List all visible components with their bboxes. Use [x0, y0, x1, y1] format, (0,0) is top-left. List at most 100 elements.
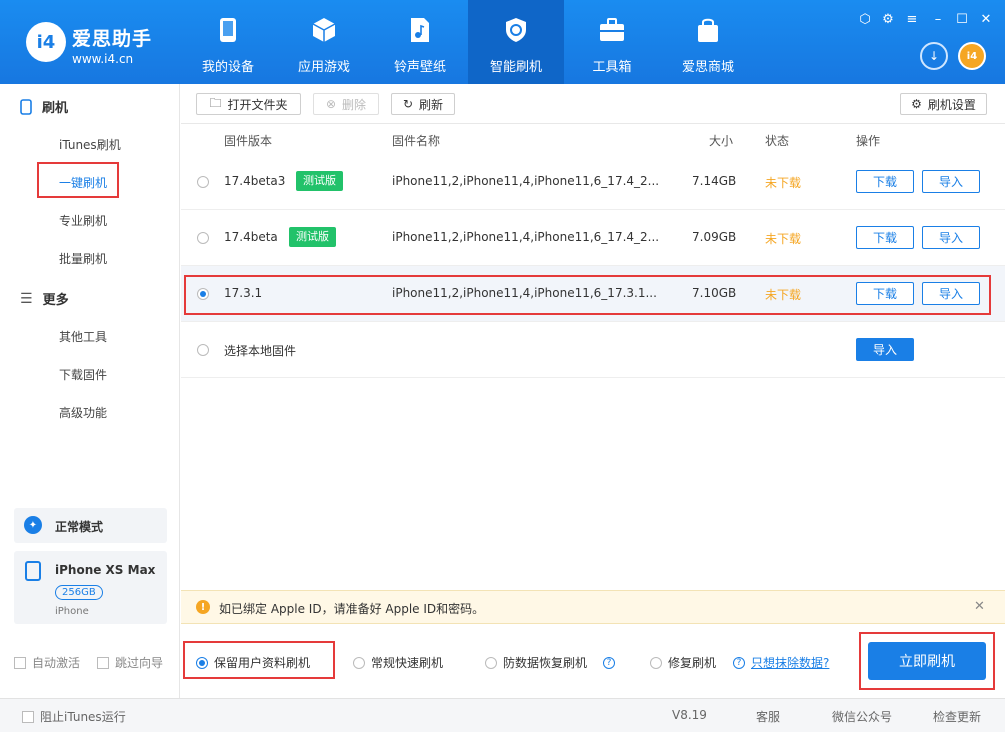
- device-mode-card: ✦ 正常模式: [14, 508, 167, 543]
- sidebar-item-pro-flash[interactable]: 专业刷机: [59, 212, 107, 229]
- nav-my-device[interactable]: 我的设备: [180, 0, 276, 84]
- sidebar-item-itunes-flash[interactable]: iTunes刷机: [59, 136, 121, 153]
- help-icon: ?: [733, 656, 745, 669]
- nav-label: 应用游戏: [297, 60, 350, 75]
- auto-activate-checkbox[interactable]: 自动激活: [14, 654, 80, 671]
- delete-icon: ⊗: [325, 97, 337, 111]
- table-row[interactable]: 17.4beta 测试版 iPhone11,2,iPhone11,4,iPhon…: [181, 210, 1005, 266]
- folder-icon: 🗀: [209, 95, 222, 110]
- logo-text: i4: [36, 31, 56, 53]
- nav-apps-games[interactable]: 应用游戏: [276, 0, 372, 84]
- refresh-shield-icon: [502, 16, 530, 44]
- import-local-button[interactable]: 导入: [856, 338, 914, 361]
- repair-flash-label: 修复刷机: [668, 656, 717, 670]
- radio: [485, 656, 497, 669]
- sidebar-item-other-tools[interactable]: 其他工具: [59, 328, 107, 345]
- open-folder-button[interactable]: 🗀 打开文件夹: [196, 93, 301, 115]
- phone-outline-icon: [20, 98, 32, 115]
- firmware-version: 17.4beta3: [224, 174, 286, 188]
- close-warning-icon[interactable]: ✕: [974, 599, 985, 614]
- minimize-icon[interactable]: –: [930, 12, 946, 27]
- check-update-link[interactable]: 检查更新: [933, 708, 981, 725]
- skin-icon[interactable]: ⬡: [857, 12, 873, 27]
- brand-name: 爱思助手: [72, 28, 153, 50]
- help-icon[interactable]: ?: [603, 656, 616, 669]
- firmware-name: iPhone11,2,iPhone11,4,iPhone11,6_17.4_2.…: [392, 174, 660, 188]
- warning-icon: !: [196, 600, 210, 614]
- wechat-link[interactable]: 微信公众号: [832, 708, 892, 725]
- firmware-name: iPhone11,2,iPhone11,4,iPhone11,6_17.4_2.…: [392, 230, 660, 244]
- brand-url: www.i4.cn: [72, 52, 134, 66]
- repair-flash-option[interactable]: 修复刷机: [650, 654, 716, 671]
- warning-text: 如已绑定 Apple ID，请准备好 Apple ID和密码。: [219, 602, 485, 616]
- firmware-version: 17.4beta: [224, 230, 278, 244]
- cube-icon: [310, 16, 338, 44]
- close-icon[interactable]: ✕: [978, 12, 994, 27]
- quick-flash-option[interactable]: 常规快速刷机: [353, 654, 443, 671]
- nav-store[interactable]: 爱思商城: [660, 0, 756, 84]
- gear-icon: ⚙: [911, 97, 922, 111]
- sidebar-item-download-firmware[interactable]: 下载固件: [59, 366, 107, 383]
- beta-badge: 测试版: [296, 171, 343, 191]
- col-size: 大小: [709, 134, 734, 148]
- refresh-icon: ↻: [402, 97, 414, 111]
- col-version: 固件版本: [224, 134, 273, 148]
- toolbox-icon: [598, 16, 626, 44]
- customer-service-link[interactable]: 客服: [756, 708, 780, 725]
- list-icon: ☰: [20, 290, 33, 307]
- nav-toolbox[interactable]: 工具箱: [564, 0, 660, 84]
- device-phone-icon: [25, 561, 41, 581]
- import-button[interactable]: 导入: [922, 170, 980, 193]
- beta-badge: 测试版: [289, 227, 336, 247]
- block-itunes-checkbox[interactable]: 阻止iTunes运行: [22, 708, 126, 725]
- nav-label: 智能刷机: [489, 60, 542, 75]
- table-row-local[interactable]: 选择本地固件 导入: [181, 322, 1005, 378]
- col-action: 操作: [856, 134, 881, 148]
- firmware-size: 7.14GB: [692, 174, 737, 188]
- erase-data-link[interactable]: ? 只想抹除数据?: [733, 654, 829, 671]
- anti-recovery-label: 防数据恢复刷机: [503, 656, 588, 670]
- download-button[interactable]: 下载: [856, 170, 914, 193]
- device-name: iPhone XS Max: [55, 563, 156, 577]
- nav-label: 工具箱: [592, 60, 632, 75]
- nav-ringtones[interactable]: 铃声壁纸: [372, 0, 468, 84]
- user-avatar-icon[interactable]: i4: [958, 42, 986, 70]
- col-status: 状态: [765, 134, 790, 148]
- skip-guide-label: 跳过向导: [115, 656, 164, 670]
- highlight-box: [37, 162, 119, 198]
- device-info-card: iPhone XS Max 256GB iPhone: [14, 551, 167, 624]
- flash-settings-button[interactable]: ⚙ 刷机设置: [900, 93, 987, 115]
- i4-logo: i4: [26, 22, 66, 62]
- row-radio[interactable]: [197, 232, 209, 244]
- table-row[interactable]: 17.4beta3 测试版 iPhone11,2,iPhone11,4,iPho…: [181, 154, 1005, 210]
- sidebar-item-batch-flash[interactable]: 批量刷机: [59, 250, 107, 267]
- refresh-label: 刷新: [419, 97, 444, 112]
- sidebar-section-more[interactable]: ☰ 更多: [20, 289, 69, 309]
- mode-icon: ✦: [24, 516, 42, 534]
- firmware-size: 7.09GB: [692, 230, 737, 244]
- anti-recovery-option[interactable]: 防数据恢复刷机?: [485, 654, 616, 671]
- row-radio[interactable]: [197, 344, 209, 356]
- delete-button[interactable]: ⊗ 删除: [313, 93, 379, 115]
- nav-label: 我的设备: [201, 60, 254, 75]
- auto-activate-label: 自动激活: [32, 656, 81, 670]
- sidebar-item-advanced[interactable]: 高级功能: [59, 404, 107, 421]
- status-bar: 阻止iTunes运行 V8.19 客服 微信公众号 检查更新: [0, 698, 1005, 732]
- row-radio[interactable]: [197, 176, 209, 188]
- nav-smart-flash[interactable]: 智能刷机: [468, 0, 564, 84]
- highlight-box: [183, 641, 335, 679]
- device-mode: 正常模式: [55, 520, 104, 534]
- nav-label: 爱思商城: [681, 60, 734, 75]
- phone-icon: [214, 16, 242, 44]
- menu-icon[interactable]: ≡: [904, 12, 920, 27]
- sidebar-section-flash[interactable]: 刷机: [20, 97, 68, 116]
- download-icon[interactable]: ↓: [920, 42, 948, 70]
- skip-guide-checkbox[interactable]: 跳过向导: [97, 654, 163, 671]
- download-button[interactable]: 下载: [856, 226, 914, 249]
- shopping-bag-icon: [694, 16, 722, 44]
- refresh-button[interactable]: ↻ 刷新: [391, 93, 455, 115]
- settings-icon[interactable]: ⚙: [880, 12, 896, 27]
- maximize-icon[interactable]: ☐: [954, 12, 970, 27]
- import-button[interactable]: 导入: [922, 226, 980, 249]
- highlight-box: [184, 275, 991, 315]
